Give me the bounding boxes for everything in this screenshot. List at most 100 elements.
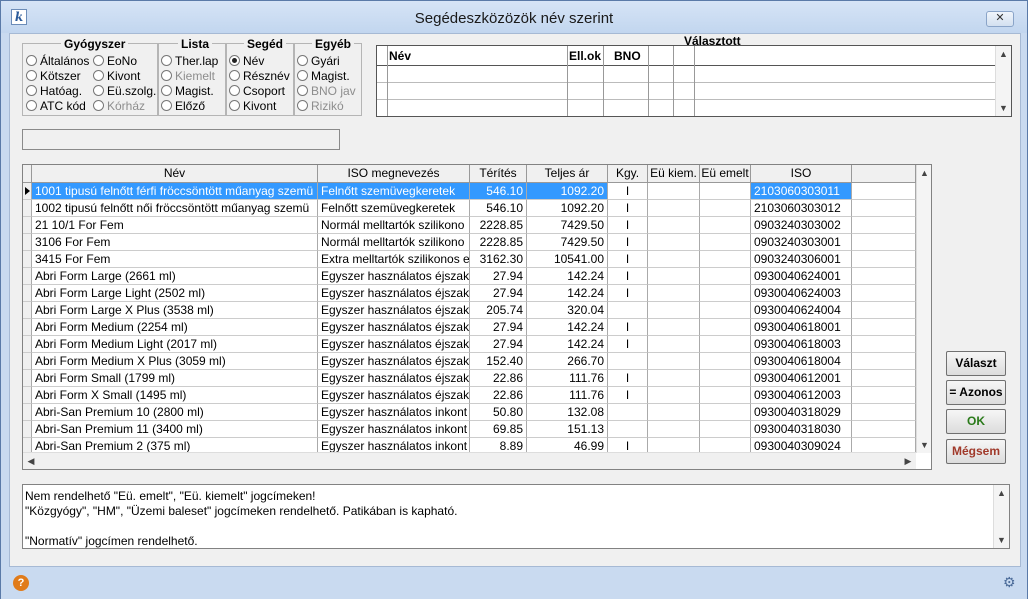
col-header-teljes-ar[interactable]: Teljes ár [527, 165, 608, 183]
cell-nev: Abri Form Large (2661 ml) [32, 268, 318, 285]
scroll-down-icon[interactable]: ▼ [917, 437, 931, 453]
cell-terites: 546.10 [470, 183, 527, 200]
cell-empty [852, 217, 916, 234]
grid-header: Név ISO megnevezés Térítés Teljes ár Kgy… [23, 165, 931, 183]
table-row[interactable]: Abri-San Premium 10 (2800 ml) Egyszer has… [23, 404, 931, 421]
col-header-terites[interactable]: Térítés [470, 165, 527, 183]
radio-seged-kivont[interactable]: Kivont [229, 99, 276, 113]
radio-bno-jav[interactable]: BNO jav [297, 84, 356, 98]
scroll-down-icon[interactable]: ▼ [994, 532, 1009, 548]
group-title: Lista [178, 37, 213, 51]
scroll-up-icon[interactable]: ▲ [996, 46, 1011, 62]
radio-egyeb-magist[interactable]: Magist. [297, 69, 350, 83]
cell-eu-emelt [700, 302, 751, 319]
radio-ther-lap[interactable]: Ther.lap [161, 54, 218, 68]
radio-gyari[interactable]: Gyári [297, 54, 340, 68]
col-header-eu-emelt[interactable]: Eü emelt [700, 165, 751, 183]
radio-nev[interactable]: Név [229, 54, 264, 68]
radio-kiemelt[interactable]: Kiemelt [161, 69, 215, 83]
valaszt-button[interactable]: Választ [946, 351, 1006, 376]
radio-elozo[interactable]: Előző [161, 99, 205, 113]
table-row[interactable]: 21 10/1 For Fem Normál melltartók sziliko… [23, 217, 931, 234]
cell-kgy: I [608, 234, 648, 251]
col-header-iso-megnevezes[interactable]: ISO megnevezés [318, 165, 470, 183]
radio-label: Ther.lap [175, 54, 219, 68]
table-row[interactable]: Abri-San Premium 11 (3400 ml) Egyszer has… [23, 421, 931, 438]
radio-kotszer[interactable]: Kötszer [26, 69, 81, 83]
table-row[interactable]: Abri Form Large (2661 ml) Egyszer használ… [23, 268, 931, 285]
cell-iso: 0930040624004 [751, 302, 852, 319]
radio-atc-kod[interactable]: ATC kód [26, 99, 86, 113]
settings-icon[interactable]: ⚙ [1003, 574, 1016, 591]
cell-teljes-ar: 1092.20 [527, 200, 608, 217]
cell-eu-kiem [648, 268, 700, 285]
table-row[interactable]: 1002 tipusú felnőtt női fröccsöntött műa… [23, 200, 931, 217]
selected-vscrollbar[interactable]: ▲ ▼ [995, 46, 1011, 116]
col-header-nev[interactable]: Név [32, 165, 318, 183]
radio-hatoag[interactable]: Hatóag. [26, 84, 82, 98]
row-indicator [23, 183, 32, 200]
col-header-iso[interactable]: ISO [751, 165, 852, 183]
cell-kgy [608, 302, 648, 319]
filter-input[interactable] [22, 129, 340, 150]
cell-nev: 3106 For Fem [32, 234, 318, 251]
group-title: Segéd [244, 37, 287, 51]
grid-hscrollbar[interactable]: ◀ ▶ [23, 452, 916, 469]
radio-resznev[interactable]: Résznév [229, 69, 290, 83]
cell-eu-emelt [700, 285, 751, 302]
radio-magist[interactable]: Magist. [161, 84, 214, 98]
selected-items-table[interactable]: Név Ell.ok BNO ▲ ▼ [376, 45, 1012, 117]
table-row[interactable]: Abri Form Medium (2254 ml) Egyszer haszná… [23, 319, 931, 336]
col-header-eu-kiem[interactable]: Eü kiem. [648, 165, 700, 183]
grid-vscrollbar[interactable]: ▲ ▼ [916, 165, 931, 453]
scroll-up-icon[interactable]: ▲ [994, 485, 1009, 501]
memo-vscrollbar[interactable]: ▲ ▼ [993, 485, 1009, 548]
radio-csoport[interactable]: Csoport [229, 84, 285, 98]
memo-line: Nem rendelhető "Eü. emelt", "Eü. kiemelt… [25, 489, 316, 503]
cell-empty [852, 251, 916, 268]
radio-eu-szolg[interactable]: Eü.szolg. [93, 84, 156, 98]
ok-button[interactable]: OK [946, 409, 1006, 434]
radio-eono[interactable]: EoNo [93, 54, 137, 68]
table-row[interactable]: 3415 For Fem Extra melltartók szilikonos … [23, 251, 931, 268]
cell-iso: 0903240303001 [751, 234, 852, 251]
scroll-down-icon[interactable]: ▼ [996, 100, 1011, 116]
table-row[interactable]: Abri Form Medium Light (2017 ml) Egyszer … [23, 336, 931, 353]
radio-label: Kötszer [40, 69, 81, 83]
scroll-right-icon[interactable]: ▶ [900, 453, 916, 469]
table-row[interactable]: Abri Form Small (1799 ml) Egyszer használ… [23, 370, 931, 387]
info-memo[interactable]: Nem rendelhető "Eü. emelt", "Eü. kiemelt… [22, 484, 1010, 549]
radio-korhaz[interactable]: Kórház [93, 99, 145, 113]
cancel-button[interactable]: Mégsem [946, 439, 1006, 464]
items-grid[interactable]: Név ISO megnevezés Térítés Teljes ár Kgy… [22, 164, 932, 470]
cell-teljes-ar: 7429.50 [527, 234, 608, 251]
cell-nev: Abri Form Medium (2254 ml) [32, 319, 318, 336]
cell-iso: 0903240306001 [751, 251, 852, 268]
cell-teljes-ar: 266.70 [527, 353, 608, 370]
cell-teljes-ar: 320.04 [527, 302, 608, 319]
table-row[interactable]: Abri Form Large Light (2502 ml) Egyszer h… [23, 285, 931, 302]
radio-rizko[interactable]: Rizikó [297, 99, 344, 113]
cell-eu-kiem [648, 200, 700, 217]
radio-kivont[interactable]: Kivont [93, 69, 140, 83]
table-row[interactable]: 3106 For Fem Normál melltartók szilikono 2… [23, 234, 931, 251]
cell-empty [852, 421, 916, 438]
table-row[interactable]: Abri Form Medium X Plus (3059 ml) Egyszer… [23, 353, 931, 370]
cell-eu-emelt [700, 370, 751, 387]
col-header-kgy[interactable]: Kgy. [608, 165, 648, 183]
cell-iso: 0930040612001 [751, 370, 852, 387]
scroll-left-icon[interactable]: ◀ [23, 453, 39, 469]
help-icon[interactable]: ? [13, 575, 29, 591]
scroll-up-icon[interactable]: ▲ [917, 165, 931, 181]
table-row[interactable]: Abri Form Large X Plus (3538 ml) Egyszer … [23, 302, 931, 319]
azonos-button[interactable]: = Azonos [946, 380, 1006, 405]
cell-iso-megnevezes: Normál melltartók szilikono [318, 234, 470, 251]
radio-dot [229, 100, 240, 111]
radio-altalanos[interactable]: Általános [26, 54, 89, 68]
cell-eu-kiem [648, 387, 700, 404]
col-header-ell-ok: Ell.ok [569, 49, 602, 63]
table-row[interactable]: 1001 tipusú felnőtt férfi fröccsöntött m… [23, 183, 931, 200]
close-button[interactable]: ✕ [986, 11, 1014, 27]
cell-eu-kiem [648, 234, 700, 251]
table-row[interactable]: Abri Form X Small (1495 ml) Egyszer haszn… [23, 387, 931, 404]
